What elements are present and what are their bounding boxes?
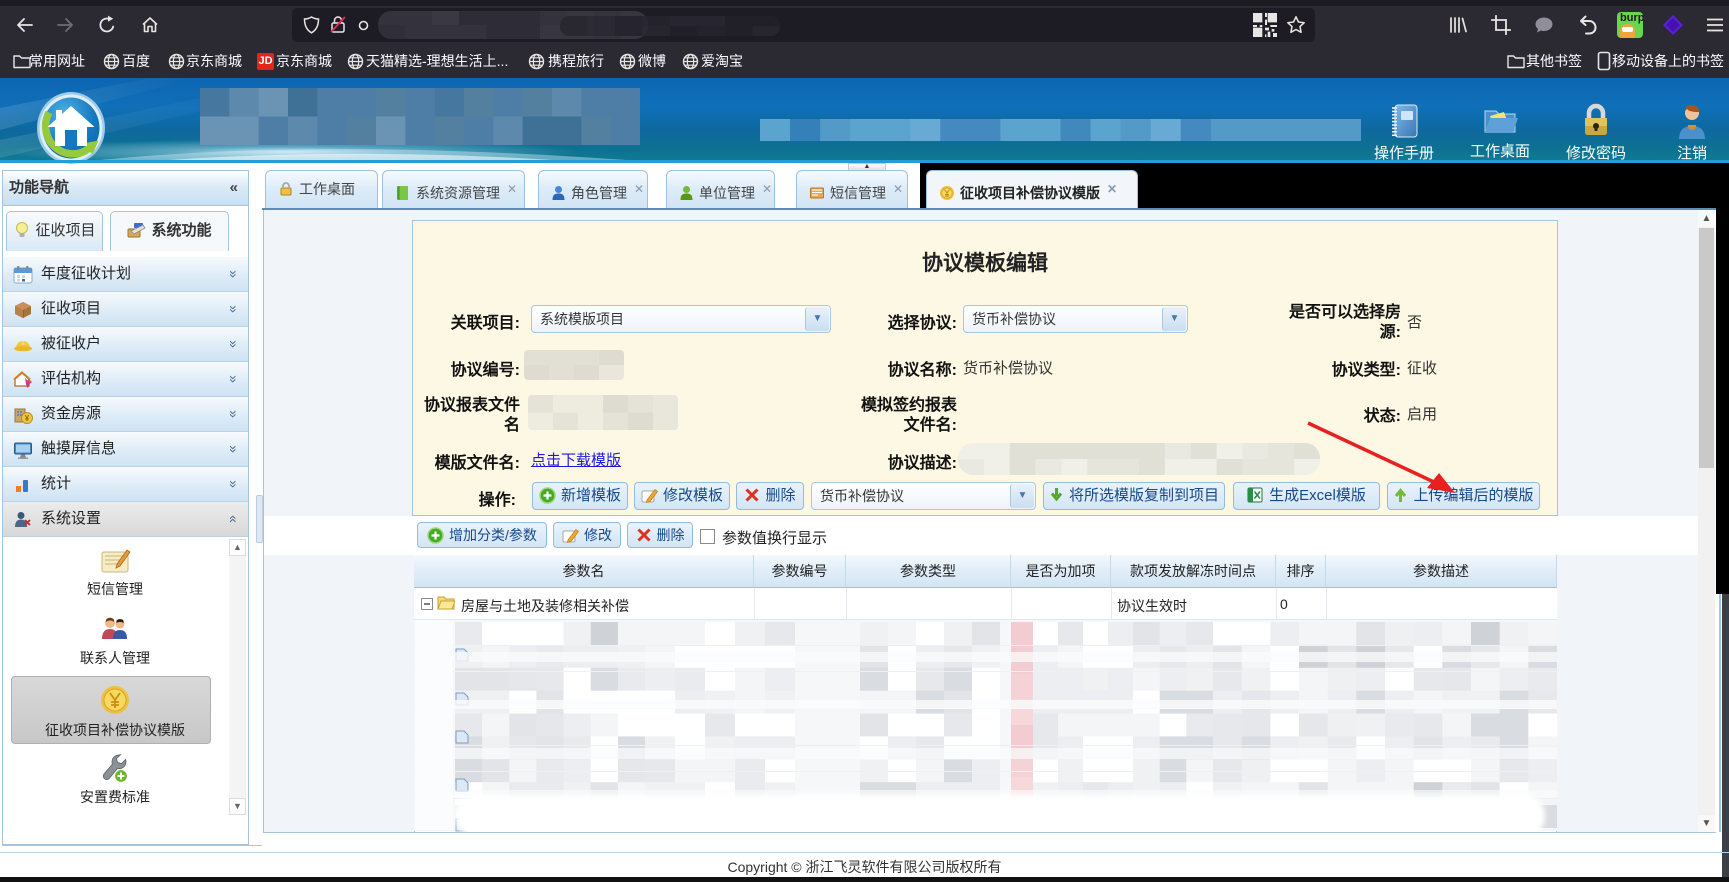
svg-text:¥: ¥ (25, 414, 30, 423)
